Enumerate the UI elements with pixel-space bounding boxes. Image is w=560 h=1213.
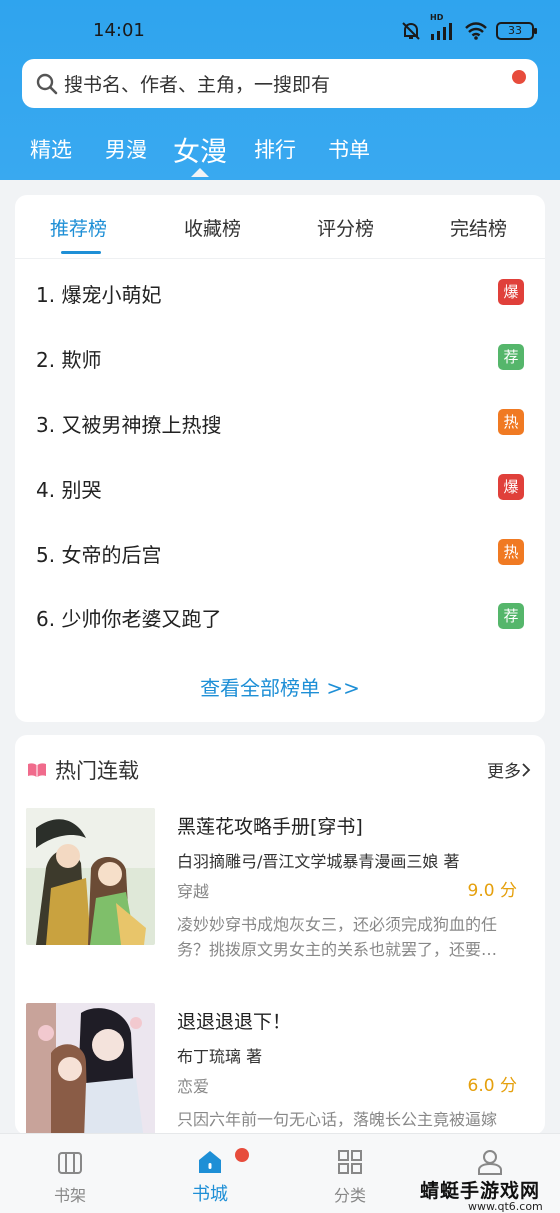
rank-badge: 热 [498,409,524,435]
rank-row[interactable]: 2. 欺师 荐 [15,336,545,380]
more-button[interactable]: 更多 [487,757,531,782]
chevron-right-icon [522,762,531,777]
active-tab-caret [191,168,209,177]
tab-female-comics[interactable]: 女漫 [173,130,227,169]
watermark-text: 蜻蜓手游戏网 [420,1180,541,1202]
watermark-url: www.qt6.com [468,1200,543,1213]
section-header: 热门连载 [27,755,139,785]
tab-completed[interactable]: 完结榜 [450,214,507,241]
rank-badge: 热 [498,539,524,565]
rank-row[interactable]: 3. 又被男神撩上热搜 热 [15,401,545,445]
signal-icon: HD [430,13,456,40]
nav-label: 书架 [53,1186,86,1205]
see-all-rankings-link[interactable]: 查看全部榜单 >> [15,672,545,701]
top-tabs: 精选 男漫 女漫 排行 书单 [0,126,560,176]
battery-indicator: 33 [496,22,537,40]
rank-title: 6. 少帅你老婆又跑了 [36,607,222,631]
book-description: 凌妙妙穿书成炮灰女三，还必须完成狗血的任务？挑拨原文男女主的关系也就罢了，还要… [177,915,498,959]
rank-badge: 爆 [498,279,524,305]
more-label: 更多 [487,762,521,782]
section-title: 热门连载 [55,759,139,783]
tab-male-comics[interactable]: 男漫 [105,134,147,164]
bookshelf-icon [58,1152,82,1174]
mute-bell-icon [402,22,420,40]
rank-badge: 爆 [498,474,524,500]
rank-row[interactable]: 6. 少帅你老婆又跑了 荐 [15,595,545,639]
search-input[interactable]: 搜书名、作者、主角，一搜即有 [22,59,538,108]
nav-label: 书城 [192,1184,228,1205]
nav-bookshelf[interactable]: 书架 [0,1134,140,1213]
ranking-card: 推荐榜 收藏榜 评分榜 完结榜 1. 爆宠小萌妃 爆 2. 欺师 荐 3. 又被… [15,195,545,722]
rank-row[interactable]: 1. 爆宠小萌妃 爆 [15,271,545,315]
rank-title: 5. 女帝的后宫 [36,543,162,567]
book-description: 只因六年前一句无心话，落魄长公主竟被逼嫁 [177,1110,498,1129]
book-title: 黑莲花攻略手册[穿书] [177,816,363,838]
rank-row[interactable]: 4. 别哭 爆 [15,466,545,510]
category-icon [338,1150,362,1174]
rank-badge: 荐 [498,344,524,370]
nav-label: 分类 [333,1186,366,1205]
tab-booklist[interactable]: 书单 [328,134,370,164]
tab-ranking[interactable]: 排行 [254,134,296,164]
book-item[interactable]: 退退退退下！ 布丁琉璃 著 恋爱 6.0 分 只因六年前一句无心话，落魄长公主竟… [15,1003,545,1135]
status-time: 14:01 [93,20,145,41]
notification-dot [235,1148,249,1162]
header: 14:01 HD 33 搜书名、作者、主角，一搜即有 精选 男漫 女漫 排行 书… [0,0,560,180]
user-icon [478,1150,502,1175]
notification-dot [512,70,526,84]
book-score: 6.0 分 [467,1076,517,1096]
nav-bookstore[interactable]: 书城 [140,1134,280,1213]
rank-row[interactable]: 5. 女帝的后宫 热 [15,531,545,575]
tab-rating[interactable]: 评分榜 [317,214,374,241]
tab-recommended[interactable]: 推荐榜 [50,214,107,241]
ranking-tabs: 推荐榜 收藏榜 评分榜 完结榜 [15,195,545,259]
rank-badge: 荐 [498,603,524,629]
rank-title: 1. 爆宠小萌妃 [36,283,162,307]
status-icons: HD 33 [400,13,537,42]
rank-title: 2. 欺师 [36,348,102,372]
book-item[interactable]: 黑莲花攻略手册[穿书] 白羽摘雕弓/晋江文学城暴青漫画三娘 著 穿越 9.0 分… [15,808,545,959]
book-cover[interactable] [26,1003,155,1135]
tab-featured[interactable]: 精选 [30,134,72,164]
book-score: 9.0 分 [467,881,517,901]
home-icon [199,1151,221,1173]
book-author: 白羽摘雕弓/晋江文学城暴青漫画三娘 著 [177,852,460,871]
hot-serials-card: 热门连载 更多 黑莲花攻略手册[穿书] 白羽摘雕弓/晋江文学城暴青漫画三娘 著 … [15,735,545,1135]
nav-category[interactable]: 分类 [280,1134,420,1213]
hd-label: HD [430,13,444,22]
book-genre: 恋爱 [177,1077,210,1096]
book-genre: 穿越 [177,882,210,901]
rank-title: 4. 别哭 [36,478,102,502]
search-icon [36,73,58,94]
search-placeholder: 搜书名、作者、主角，一搜即有 [64,74,331,96]
status-bar: 14:01 HD 33 [0,0,560,60]
tab-favorites[interactable]: 收藏榜 [184,214,241,241]
active-tab-underline [61,251,101,254]
wifi-icon [465,22,487,40]
book-author: 布丁琉璃 著 [177,1047,263,1066]
rank-title: 3. 又被男神撩上热搜 [36,413,222,437]
book-cover[interactable] [26,808,155,945]
open-book-icon [28,763,46,777]
book-title: 退退退退下！ [177,1011,292,1033]
